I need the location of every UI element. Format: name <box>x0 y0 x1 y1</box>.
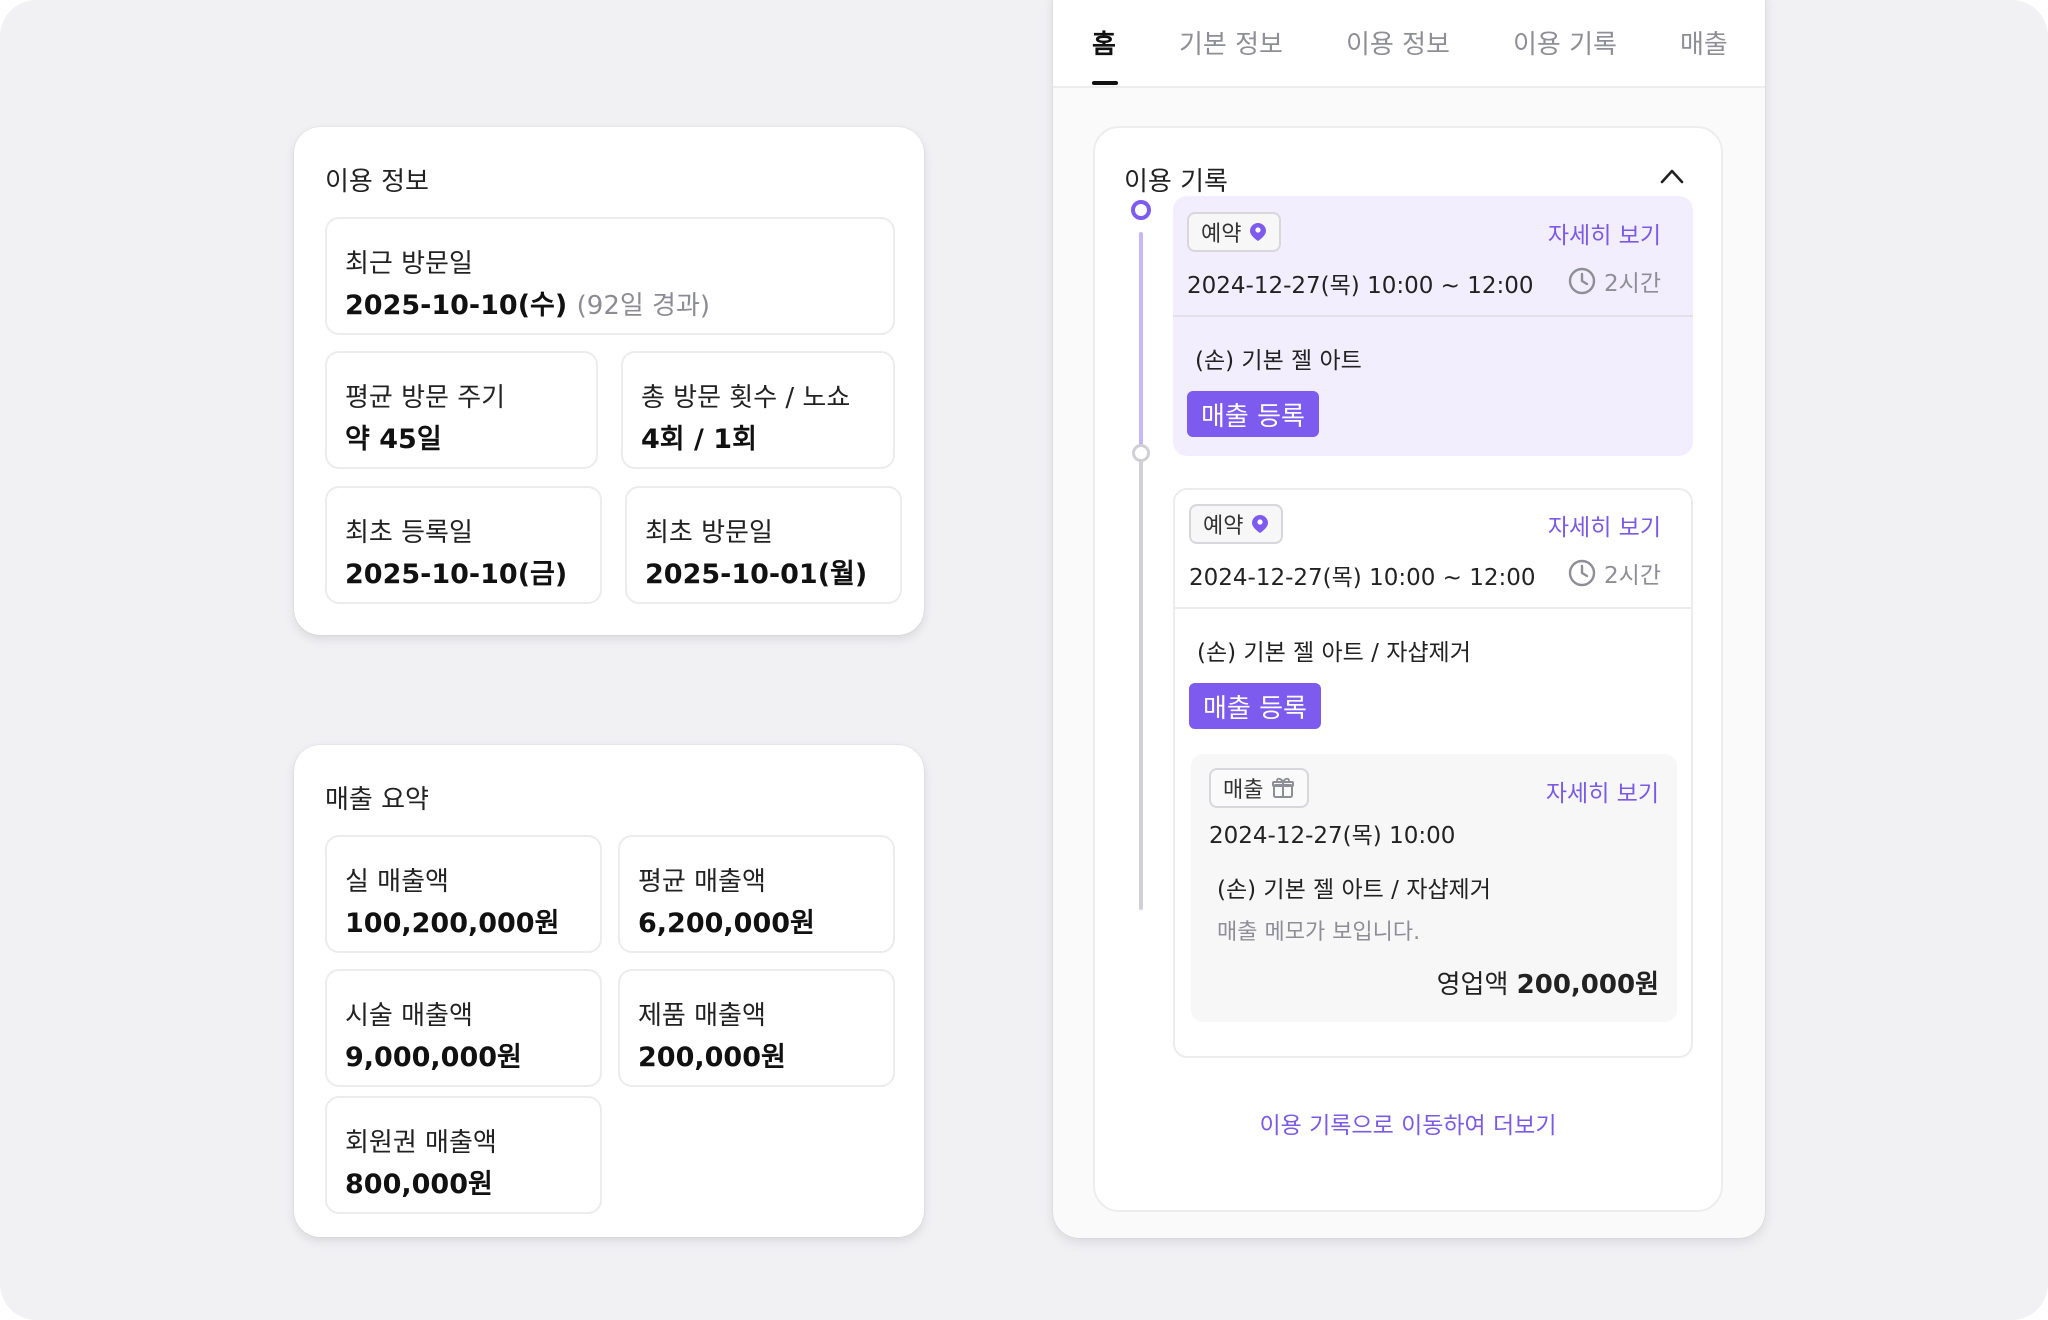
record-duration: 2시간 <box>1568 556 1661 590</box>
total-visits-label: 총 방문 횟수 / 노쇼 <box>641 383 851 413</box>
history-record: 예약 자세히 보기 2024-12-27(목) 10:00 ~ 12:00 2시… <box>1173 488 1693 1058</box>
membership-sales-tile: 회원권 매출액 800,000원 <box>325 1096 602 1214</box>
history-record: 예약 자세히 보기 2024-12-27(목) 10:00 ~ 12:00 2시… <box>1173 196 1693 456</box>
avg-cycle-label: 평균 방문 주기 <box>345 383 506 413</box>
product-sales-tile: 제품 매출액 200,000원 <box>618 969 895 1087</box>
membership-sales-value: 800,000원 <box>345 1169 493 1200</box>
sale-memo: 매출 메모가 보입니다. <box>1217 920 1421 945</box>
sale-amount: 영업액 200,000원 <box>1437 964 1659 1001</box>
tab-home[interactable]: 홈 <box>1092 24 1116 61</box>
avg-sales-label: 평균 매출액 <box>638 867 766 897</box>
record-service: (손) 기본 젤 아트 <box>1195 348 1362 374</box>
timeline-dot-active <box>1131 200 1151 220</box>
first-visit-label: 최초 방문일 <box>645 518 773 548</box>
tab-usage-info[interactable]: 이용 정보 <box>1346 24 1450 61</box>
chevron-up-icon[interactable] <box>1660 168 1684 184</box>
tab-sales[interactable]: 매출 <box>1680 24 1728 61</box>
total-visits-value: 4회 / 1회 <box>641 424 757 455</box>
sales-summary-card: 매출 요약 실 매출액 100,200,000원 평균 매출액 6,200,00… <box>294 745 924 1237</box>
membership-sales-label: 회원권 매출액 <box>345 1128 497 1158</box>
sale-datetime: 2024-12-27(목) 10:00 <box>1209 823 1456 849</box>
record-divider <box>1173 315 1693 317</box>
tab-bar: 홈 기본 정보 이용 정보 이용 기록 매출 <box>1053 0 1765 88</box>
first-registered-value: 2025-10-10(금) <box>345 559 568 590</box>
recent-visit-tile: 최근 방문일 2025-10-10(수) (92일 경과) <box>325 217 895 335</box>
detail-link[interactable]: 자세히 보기 <box>1546 774 1659 808</box>
detail-link[interactable]: 자세히 보기 <box>1548 216 1661 250</box>
recent-visit-label: 최근 방문일 <box>345 249 473 279</box>
net-sales-value: 100,200,000원 <box>345 908 560 939</box>
sale-badge: 매출 <box>1209 768 1310 808</box>
treatment-sales-value: 9,000,000원 <box>345 1042 522 1073</box>
pin-icon <box>1252 515 1269 533</box>
tab-usage-history[interactable]: 이용 기록 <box>1513 24 1617 61</box>
avg-sales-tile: 평균 매출액 6,200,000원 <box>618 835 895 953</box>
treatment-sales-tile: 시술 매출액 9,000,000원 <box>325 969 602 1087</box>
avg-sales-value: 6,200,000원 <box>638 908 815 939</box>
clock-icon <box>1568 559 1596 587</box>
reservation-badge: 예약 <box>1187 212 1282 252</box>
reservation-badge-label: 예약 <box>1201 222 1242 247</box>
detail-link[interactable]: 자세히 보기 <box>1548 508 1661 542</box>
recent-visit-date: 2025-10-10(수) <box>345 290 568 321</box>
usage-info-title: 이용 정보 <box>325 167 429 197</box>
first-registered-tile: 최초 등록일 2025-10-10(금) <box>325 486 602 604</box>
avg-cycle-value: 약 45일 <box>345 424 442 455</box>
record-service: (손) 기본 젤 아트 / 자샵제거 <box>1197 640 1471 666</box>
sale-entry: 매출 자세히 보기 2024-12-27(목) 10:00 (손) 기본 젤 아… <box>1191 754 1677 1022</box>
record-datetime: 2024-12-27(목) 10:00 ~ 12:00 <box>1187 273 1534 299</box>
timeline-line-active <box>1139 232 1143 452</box>
reservation-badge-label: 예약 <box>1203 514 1244 539</box>
register-sale-button[interactable]: 매출 등록 <box>1187 391 1319 437</box>
view-more-history-link[interactable]: 이용 기록으로 이동하여 더보기 <box>1095 1106 1721 1140</box>
sale-badge-label: 매출 <box>1223 778 1264 803</box>
record-duration-text: 2시간 <box>1604 271 1661 297</box>
sale-amount-value: 200,000원 <box>1516 970 1659 1000</box>
recent-visit-value: 2025-10-10(수) (92일 경과) <box>345 283 710 322</box>
total-visits-tile: 총 방문 횟수 / 노쇼 4회 / 1회 <box>621 351 895 469</box>
product-sales-label: 제품 매출액 <box>638 1001 766 1031</box>
usage-info-card: 이용 정보 최근 방문일 2025-10-10(수) (92일 경과) 평균 방… <box>294 127 924 635</box>
sale-amount-label: 영업액 <box>1436 970 1509 1000</box>
treatment-sales-label: 시술 매출액 <box>345 1001 473 1031</box>
net-sales-label: 실 매출액 <box>345 867 449 897</box>
register-sale-button[interactable]: 매출 등록 <box>1189 683 1321 729</box>
gift-icon <box>1272 777 1295 798</box>
recent-visit-elapsed: (92일 경과) <box>576 291 711 321</box>
usage-history-card: 이용 기록 예약 자세히 보기 2024-12-27(목) 10:00 ~ 12… <box>1093 126 1723 1212</box>
timeline-line <box>1139 452 1143 910</box>
reservation-badge: 예약 <box>1189 504 1284 544</box>
product-sales-value: 200,000원 <box>638 1042 786 1073</box>
record-datetime: 2024-12-27(목) 10:00 ~ 12:00 <box>1189 565 1536 591</box>
sale-service: (손) 기본 젤 아트 / 자샵제거 <box>1217 877 1491 903</box>
pin-icon <box>1250 223 1267 241</box>
first-visit-value: 2025-10-01(월) <box>645 559 868 590</box>
record-divider <box>1175 607 1691 609</box>
net-sales-tile: 실 매출액 100,200,000원 <box>325 835 602 953</box>
sales-summary-title: 매출 요약 <box>325 785 429 815</box>
clock-icon <box>1568 267 1596 295</box>
first-visit-tile: 최초 방문일 2025-10-01(월) <box>625 486 902 604</box>
active-tab-indicator <box>1092 81 1118 85</box>
first-registered-label: 최초 등록일 <box>345 518 473 548</box>
record-duration-text: 2시간 <box>1604 563 1661 589</box>
customer-detail-panel: 홈 기본 정보 이용 정보 이용 기록 매출 이용 기록 예약 자세히 보기 2… <box>1053 0 1765 1238</box>
tab-basic-info[interactable]: 기본 정보 <box>1179 24 1283 61</box>
timeline-dot <box>1132 444 1150 462</box>
avg-cycle-tile: 평균 방문 주기 약 45일 <box>325 351 598 469</box>
canvas: 이용 정보 최근 방문일 2025-10-10(수) (92일 경과) 평균 방… <box>0 0 2048 1320</box>
record-duration: 2시간 <box>1568 264 1661 298</box>
usage-history-title: 이용 기록 <box>1124 167 1228 197</box>
